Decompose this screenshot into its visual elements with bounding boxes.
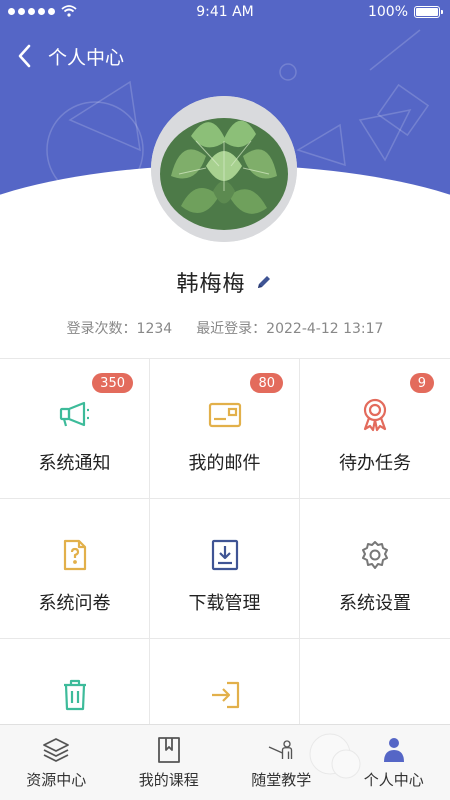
grid-item-downloads[interactable]: 下载管理 (150, 499, 300, 639)
succulent-avatar-image (151, 96, 297, 242)
grid-item-label: 待办任务 (339, 453, 411, 474)
nav-bar: 个人中心 (0, 38, 124, 74)
battery-percent: 100% (367, 4, 408, 20)
chevron-left-icon (18, 44, 31, 68)
function-grid: 350 系统通知 80 我的邮件 9 待办任务 系统问卷 下载管理 系统设置 (0, 358, 450, 724)
grid-item-mail[interactable]: 80 我的邮件 (150, 359, 300, 499)
tab-personal-center[interactable]: 个人中心 (338, 725, 450, 800)
tab-label: 个人中心 (363, 771, 424, 789)
login-icon (207, 677, 243, 713)
tab-classroom-teaching[interactable]: 随堂教学 (225, 725, 338, 800)
grid-item-import[interactable] (150, 639, 300, 724)
battery-status: 100% (367, 4, 443, 20)
megaphone-icon (57, 397, 93, 433)
grid-item-label: 下载管理 (188, 593, 261, 614)
layers-icon (41, 735, 71, 765)
grid-item-notification[interactable]: 350 系统通知 (0, 359, 150, 499)
user-name-row: 韩梅梅 (0, 266, 450, 298)
grid-item-trash[interactable] (0, 639, 150, 724)
edit-name-button[interactable] (254, 272, 274, 292)
tab-label: 资源中心 (26, 771, 87, 789)
gear-icon (357, 537, 393, 573)
tab-my-courses[interactable]: 我的课程 (113, 725, 226, 800)
last-login: 最近登录：2022-4-12 13:17 (196, 321, 384, 337)
back-button[interactable] (0, 38, 48, 74)
grid-item-label: 系统问卷 (38, 593, 111, 614)
tab-resource-center[interactable]: 资源中心 (0, 725, 113, 800)
tab-bar: 资源中心 我的课程 随堂教学 个人中心 (0, 724, 450, 800)
status-bar: 9:41 AM 100% (0, 0, 450, 26)
teacher-icon (266, 735, 296, 765)
page-title: 个人中心 (48, 46, 125, 69)
download-icon (207, 537, 243, 573)
grid-item-label: 系统设置 (339, 593, 411, 614)
award-icon (357, 397, 393, 433)
pencil-icon (257, 276, 270, 288)
grid-item-questionnaire[interactable]: 系统问卷 (0, 499, 150, 639)
grid-item-empty (300, 639, 450, 724)
login-count: 登录次数：1234 (66, 321, 173, 337)
questionnaire-icon (57, 537, 93, 573)
badge-mail: 80 (250, 373, 283, 393)
tab-label: 随堂教学 (251, 771, 312, 789)
battery-icon (414, 6, 443, 18)
grid-item-label: 系统通知 (38, 453, 111, 474)
person-icon (379, 735, 409, 765)
grid-item-tasks[interactable]: 9 待办任务 (300, 359, 450, 499)
grid-item-label: 我的邮件 (188, 453, 261, 474)
tab-label: 我的课程 (138, 771, 199, 789)
login-info: 登录次数：1234 最近登录：2022-4-12 13:17 (0, 318, 450, 338)
book-icon (154, 735, 184, 765)
avatar[interactable] (151, 96, 297, 242)
badge-notification: 350 (92, 373, 133, 393)
badge-tasks: 9 (409, 373, 434, 393)
mail-icon (207, 397, 243, 433)
trash-icon (57, 677, 93, 713)
grid-item-settings[interactable]: 系统设置 (300, 499, 450, 639)
user-name: 韩梅梅 (176, 272, 246, 297)
